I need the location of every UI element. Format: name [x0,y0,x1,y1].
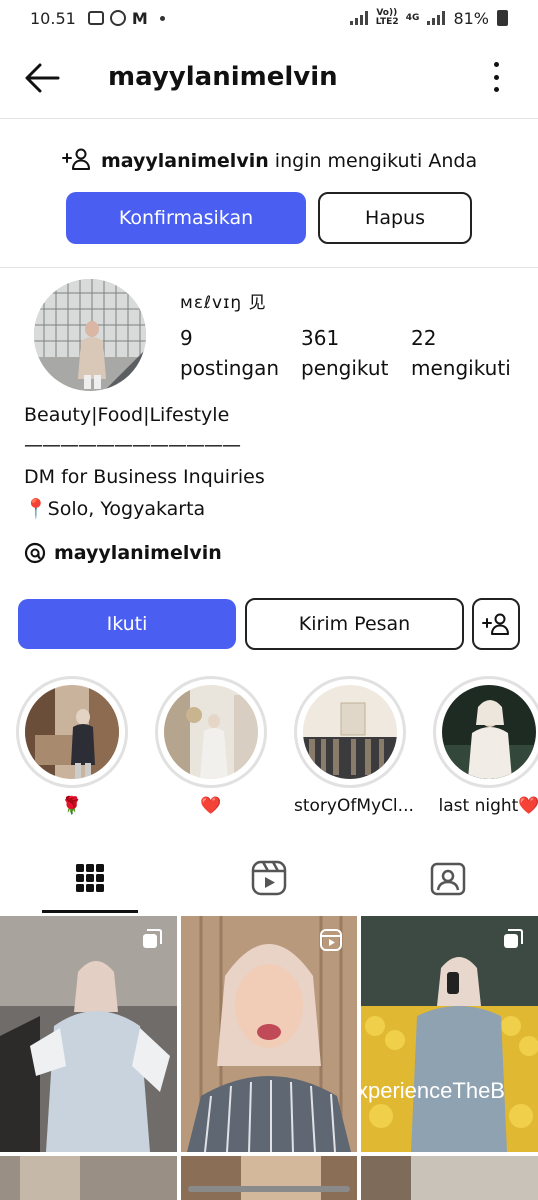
post-tile[interactable] [0,916,177,1152]
highlight-cover [164,685,258,779]
stat-following[interactable]: 22 mengikuti [411,326,511,380]
profile-tabs [0,852,538,914]
arrow-left-icon[interactable] [22,60,62,96]
post-tile[interactable] [361,1156,538,1200]
following-label: mengikuti [411,356,511,380]
bio-line-2: ———————————— [24,434,241,456]
following-count: 22 [411,326,437,350]
reels-icon [320,929,342,951]
delete-request-button[interactable]: Hapus [318,192,472,244]
gmail-icon: M [131,8,148,28]
follow-button[interactable]: Ikuti [18,599,236,649]
page-title: mayylanimelvin [108,62,338,92]
confirm-button[interactable]: Konfirmasikan [66,192,306,244]
battery-percent: 81% [453,8,489,28]
message-button[interactable]: Kirim Pesan [245,598,464,650]
status-bar: 10.51 M Vo)) LTE2 4G 81% [0,0,538,36]
sync-icon [109,10,126,26]
post-tile[interactable] [181,916,357,1152]
gallery-icon [87,11,104,25]
gesture-nav-bar[interactable] [188,1186,350,1192]
kebab-icon[interactable] [492,62,500,92]
request-message: ingin mengikuti Anda [274,150,478,172]
signal-icon [349,11,368,25]
signal-icon-2 [427,11,446,25]
tagged-icon[interactable] [428,858,468,898]
threads-link[interactable]: mayylanimelvin [24,542,222,564]
stat-followers[interactable]: 361 pengikut [301,326,388,380]
carousel-icon [143,929,162,948]
more-notifications-icon [159,15,165,21]
top-bar: mayylanimelvin [0,40,538,118]
highlight-cover [442,685,536,779]
bio-line-3: DM for Business Inquiries [24,466,265,488]
followers-count: 361 [301,326,340,350]
highlight-cover [25,685,119,779]
highlight-cover [303,685,397,779]
display-name: ᴍɛℓᴠɪŋ ⻅ [180,293,267,313]
threads-handle: mayylanimelvin [54,542,222,564]
post-tile[interactable] [181,1156,357,1200]
post-overlay-text: xperienceTheB [361,1078,505,1103]
lte-label: Vo)) LTE2 [375,8,399,27]
highlight-item[interactable]: storyOfMyCl... [294,676,414,816]
active-tab-indicator [42,910,138,913]
post-tile[interactable] [0,1156,177,1200]
posts-grid: xperienceTheB [0,916,538,1200]
follow-request-text: mayylanimelvin ingin mengikuti Anda [0,148,538,172]
request-divider [0,267,538,268]
threads-icon [24,542,46,564]
highlight-item[interactable]: ❤️ [155,676,267,816]
highlight-item[interactable]: 🌹 [16,676,128,816]
request-username[interactable]: mayylanimelvin [101,150,269,172]
avatar[interactable] [34,279,146,391]
person-add-icon [61,148,90,170]
post-tile[interactable]: xperienceTheB [361,916,538,1152]
status-time: 10.51 [30,8,76,28]
posts-label: postingan [180,356,280,380]
highlight-item[interactable]: last night❤️ [433,676,538,816]
highlight-label: 🌹 [61,796,83,816]
bio-line-4: 📍Solo, Yogyakarta [24,498,206,520]
bio-line-1: Beauty|Food|Lifestyle [24,404,230,426]
person-add-icon [482,613,509,635]
header-divider [0,118,538,119]
carousel-icon [504,929,523,948]
reels-icon[interactable] [249,858,289,898]
battery-icon [497,10,508,26]
highlight-label: storyOfMyCl... [294,796,414,816]
highlight-label: last night❤️ [438,796,538,816]
posts-count: 9 [180,326,193,350]
grid-icon[interactable] [70,858,110,898]
highlight-label: ❤️ [200,796,222,816]
suggest-people-button[interactable] [472,598,520,650]
followers-label: pengikut [301,356,389,380]
network-label: 4G [405,12,420,23]
stat-posts[interactable]: 9 postingan [180,326,279,380]
